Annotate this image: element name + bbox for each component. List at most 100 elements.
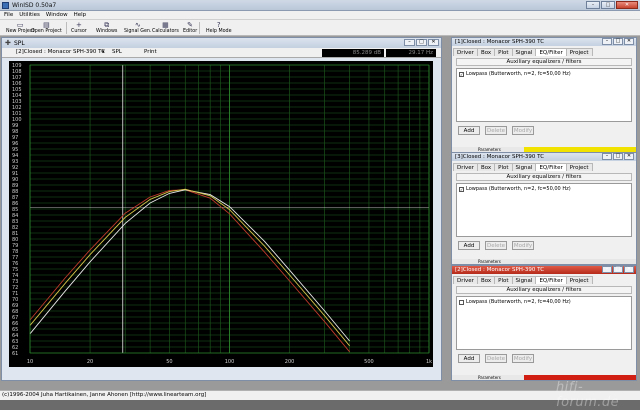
tab-signal[interactable]: Signal bbox=[511, 276, 537, 284]
editor-button[interactable]: ✎ Editor bbox=[183, 20, 197, 36]
delete-filter-button[interactable]: Delete bbox=[485, 126, 507, 135]
panel-close-button[interactable]: ✕ bbox=[624, 153, 634, 160]
tab-project[interactable]: Project bbox=[565, 163, 593, 171]
tab-box[interactable]: Box bbox=[476, 48, 496, 56]
panel-restore-button[interactable]: □ bbox=[613, 266, 623, 273]
modify-filter-button[interactable]: Modify bbox=[512, 354, 534, 363]
panel-close-button[interactable]: ✕ bbox=[624, 266, 634, 273]
panel-close-button[interactable]: ✕ bbox=[624, 38, 634, 45]
filter-item[interactable]: ✓ Lowpass (Butterworth, n=2, fc=50,00 Hz… bbox=[459, 186, 571, 192]
filter-item[interactable]: ✓ Lowpass (Butterworth, n=2, fc=50,00 Hz… bbox=[459, 71, 571, 77]
x-tick-label: 100 bbox=[225, 359, 235, 365]
parameters-bar: Parameters bbox=[452, 259, 636, 264]
add-filter-button[interactable]: Add bbox=[458, 126, 480, 135]
calculator-icon: ▦ bbox=[162, 21, 169, 29]
tab-box[interactable]: Box bbox=[476, 276, 496, 284]
windows-button[interactable]: ⧉ Windows bbox=[96, 20, 117, 36]
filter-list[interactable]: ✓ Lowpass (Butterworth, n=2, fc=50,00 Hz… bbox=[456, 183, 632, 237]
maximize-button[interactable]: □ bbox=[601, 1, 615, 9]
tab-eq-filter[interactable]: EQ/Filter bbox=[535, 276, 567, 284]
tab-driver[interactable]: Driver bbox=[453, 276, 478, 284]
menu-utilities[interactable]: Utilities bbox=[19, 11, 40, 19]
dropdown-arrow-icon[interactable]: ▾ bbox=[102, 49, 105, 55]
cursor-readout-hz: 29.17 Hz bbox=[386, 49, 436, 57]
panel-minimize-button[interactable]: – bbox=[602, 153, 612, 160]
y-tick-label: 76 bbox=[12, 261, 18, 267]
tab-signal[interactable]: Signal bbox=[511, 163, 537, 171]
filter-checkbox[interactable] bbox=[459, 299, 464, 305]
menu-window[interactable]: Window bbox=[46, 11, 68, 19]
help-icon: ? bbox=[216, 21, 221, 29]
panel-restore-button[interactable]: □ bbox=[613, 38, 623, 45]
spl-plot[interactable]: 6162636465666768697071727374757677787980… bbox=[9, 61, 433, 367]
delete-filter-button[interactable]: Delete bbox=[485, 241, 507, 250]
spl-title-bar[interactable]: ✚ SPL – □ ✕ bbox=[2, 38, 441, 48]
tab-plot[interactable]: Plot bbox=[494, 276, 513, 284]
filter-item[interactable]: Lowpass (Butterworth, n=2, fc=40,00 Hz) bbox=[459, 299, 571, 305]
signal-gen-button[interactable]: ∿ Signal Gen. bbox=[124, 20, 152, 36]
signal-gen-icon: ∿ bbox=[134, 21, 141, 29]
plot-mode-select[interactable]: SPL bbox=[112, 49, 122, 55]
title-bar[interactable]: WinISD 0.50a7 – □ ✕ bbox=[0, 0, 640, 11]
panel-tabs: Driver Box Plot Signal EQ/Filter Project bbox=[452, 48, 636, 56]
status-bar: (c)1996-2004 Juha Hartikainen, Janne Aho… bbox=[0, 390, 640, 400]
help-mode-button[interactable]: ? Help Mode bbox=[206, 20, 232, 36]
print-button[interactable]: Print bbox=[144, 49, 157, 55]
panel-title-bar[interactable]: [3]Closed : Monacor SPH-390 TC – □ ✕ bbox=[452, 153, 636, 161]
tab-project[interactable]: Project bbox=[565, 48, 593, 56]
tab-eq-filter[interactable]: EQ/Filter bbox=[535, 163, 567, 171]
filter-checkbox[interactable]: ✓ bbox=[459, 186, 464, 192]
tab-project[interactable]: Project bbox=[565, 276, 593, 284]
spl-minimize-button[interactable]: – bbox=[404, 39, 415, 46]
panel-minimize-button[interactable]: – bbox=[602, 38, 612, 45]
modify-filter-button[interactable]: Modify bbox=[512, 241, 534, 250]
filter-list[interactable]: ✓ Lowpass (Butterworth, n=2, fc=50,00 Hz… bbox=[456, 68, 632, 122]
tab-driver[interactable]: Driver bbox=[453, 163, 478, 171]
spl-close-button[interactable]: ✕ bbox=[428, 39, 439, 46]
driver-select[interactable]: [2]Closed : Monacor SPH-390 TC bbox=[16, 49, 105, 55]
modify-filter-button[interactable]: Modify bbox=[512, 126, 534, 135]
filter-label: Lowpass (Butterworth, n=2, fc=50,00 Hz) bbox=[466, 186, 571, 192]
cursor-button[interactable]: + Cursor bbox=[71, 20, 87, 36]
y-tick-label: 67 bbox=[12, 315, 18, 321]
panel-title: [3]Closed : Monacor SPH-390 TC bbox=[455, 154, 545, 160]
x-tick-label: 500 bbox=[364, 359, 374, 365]
panel-title-bar[interactable]: [2]Closed : Monacor SPH-390 TC – □ ✕ bbox=[452, 266, 636, 274]
spl-restore-button[interactable]: □ bbox=[416, 39, 427, 46]
panel-title: [1]Closed : Monacor SPH-390 TC bbox=[455, 39, 545, 45]
calculators-button[interactable]: ▦ Calculators bbox=[152, 20, 179, 36]
close-button[interactable]: ✕ bbox=[616, 1, 638, 9]
x-tick-label: 20 bbox=[87, 359, 93, 365]
panel-title-bar[interactable]: [1]Closed : Monacor SPH-390 TC – □ ✕ bbox=[452, 38, 636, 46]
filter-label: Lowpass (Butterworth, n=2, fc=50,00 Hz) bbox=[466, 71, 571, 77]
tab-signal[interactable]: Signal bbox=[511, 48, 537, 56]
y-tick-label: 84 bbox=[12, 213, 18, 219]
y-tick-label: 94 bbox=[12, 153, 18, 159]
open-project-icon: ▤ bbox=[43, 21, 50, 29]
menu-file[interactable]: File bbox=[4, 11, 13, 19]
delete-filter-button[interactable]: Delete bbox=[485, 354, 507, 363]
tab-box[interactable]: Box bbox=[476, 163, 496, 171]
tab-plot[interactable]: Plot bbox=[494, 48, 513, 56]
project-panel-3: [3]Closed : Monacor SPH-390 TC – □ ✕ Dri… bbox=[451, 152, 637, 265]
spl-title: SPL bbox=[14, 40, 25, 47]
y-tick-label: 71 bbox=[12, 291, 18, 297]
new-project-icon: ▭ bbox=[16, 21, 24, 29]
filter-checkbox[interactable]: ✓ bbox=[459, 71, 464, 77]
add-filter-button[interactable]: Add bbox=[458, 241, 480, 250]
tab-plot[interactable]: Plot bbox=[494, 163, 513, 171]
filter-list[interactable]: Lowpass (Butterworth, n=2, fc=40,00 Hz) bbox=[456, 296, 632, 350]
y-tick-label: 100 bbox=[12, 117, 22, 123]
menu-help[interactable]: Help bbox=[74, 11, 87, 19]
help-mode-label: Help Mode bbox=[206, 29, 232, 34]
tab-eq-filter[interactable]: EQ/Filter bbox=[535, 48, 567, 56]
panel-tabs: Driver Box Plot Signal EQ/Filter Project bbox=[452, 163, 636, 171]
series-line-2 bbox=[29, 189, 350, 342]
panel-minimize-button[interactable]: – bbox=[602, 266, 612, 273]
open-project-button[interactable]: ▤ Open Project bbox=[31, 20, 62, 36]
add-filter-button[interactable]: Add bbox=[458, 354, 480, 363]
tab-driver[interactable]: Driver bbox=[453, 48, 478, 56]
app-title: WinISD 0.50a7 bbox=[12, 2, 57, 9]
minimize-button[interactable]: – bbox=[586, 1, 600, 9]
panel-restore-button[interactable]: □ bbox=[613, 153, 623, 160]
